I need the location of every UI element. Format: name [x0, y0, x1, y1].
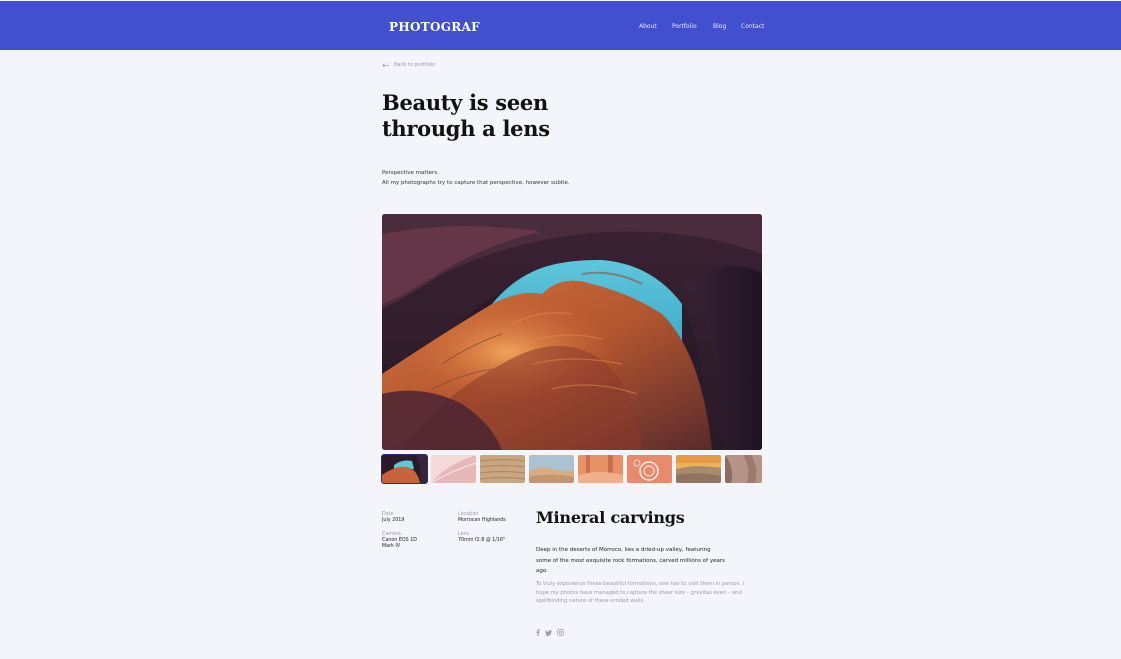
- arrow-left-icon: [382, 63, 389, 67]
- intro-text: Perspective matters. All my photographs …: [382, 168, 570, 188]
- thumbnail-image: [382, 455, 427, 483]
- section-secondary-line-3: spellbinding nature of these eroded wall…: [536, 598, 645, 604]
- section-description-line-2: some of the most exquisite rock formatio…: [536, 557, 725, 564]
- meta-date: Date July 2019: [382, 512, 404, 524]
- thumbnail-image: [676, 455, 721, 483]
- section-description: Deep in the deserts of Morroco, lies a d…: [536, 545, 741, 577]
- meta-location: Location Morrocan Highlands: [458, 512, 506, 524]
- nav-link-portfolio[interactable]: Portfolio: [672, 23, 697, 30]
- thumbnail-strip: [381, 454, 762, 484]
- meta-lens: Lens 70mm f2.8 @ 1/16": [458, 532, 505, 544]
- meta-date-value: July 2019: [382, 518, 405, 523]
- thumbnail-canyon-walls[interactable]: [725, 455, 762, 483]
- thumbnail-canyon-arch[interactable]: [381, 454, 428, 484]
- meta-camera: Camera Canon EOS 1D Mark IV: [382, 532, 417, 550]
- section-title: Mineral carvings: [536, 508, 685, 527]
- meta-lens-value: 70mm f2.8 @ 1/16": [458, 538, 506, 543]
- thumbnail-round-pools[interactable]: [627, 455, 672, 483]
- thumbnail-pink-dunes[interactable]: [431, 455, 476, 483]
- page-title-line-1: Beauty is seen: [382, 90, 548, 115]
- thumbnail-desert-dunes[interactable]: [529, 455, 574, 483]
- thumbnail-sand-ripples[interactable]: [480, 455, 525, 483]
- back-link-label: Back to portfolio: [394, 62, 436, 68]
- top-navigation-bar: PHOTOGRAF About Portfolio Blog Contact: [0, 1, 1121, 50]
- site-logo[interactable]: PHOTOGRAF: [389, 20, 480, 34]
- section-secondary-description: To truly experience these beautiful form…: [536, 580, 761, 606]
- page-title: Beauty is seen through a lens: [382, 90, 642, 142]
- thumbnail-image: [578, 455, 623, 483]
- thumbnail-image: [480, 455, 525, 483]
- back-to-portfolio-link[interactable]: Back to portfolio: [382, 62, 435, 68]
- social-links: [536, 621, 564, 640]
- nav-link-contact[interactable]: Contact: [741, 23, 764, 30]
- canyon-photo-image: [382, 214, 762, 450]
- thumbnail-image: [431, 455, 476, 483]
- main-photo[interactable]: [382, 214, 762, 450]
- section-secondary-line-2: hope my photos have managed to capture t…: [536, 589, 742, 596]
- page-title-line-2: through a lens: [382, 116, 550, 141]
- intro-line-1: Perspective matters.: [382, 170, 439, 176]
- intro-line-2: All my photographs try to capture that p…: [382, 180, 570, 186]
- section-secondary-line-1: To truly experience these beautiful form…: [536, 581, 745, 587]
- thumbnail-image: [725, 455, 762, 483]
- section-description-line-3: ago.: [536, 568, 548, 574]
- meta-camera-value-line-2: Mark IV: [382, 544, 401, 549]
- thumbnail-orange-canyon[interactable]: [578, 455, 623, 483]
- thumbnail-sunset-dunes[interactable]: [676, 455, 721, 483]
- thumbnail-image: [627, 455, 672, 483]
- nav-link-about[interactable]: About: [639, 23, 657, 30]
- facebook-icon[interactable]: [536, 621, 540, 640]
- nav-link-blog[interactable]: Blog: [713, 23, 726, 30]
- twitter-icon[interactable]: [545, 621, 552, 640]
- thumbnail-image: [529, 455, 574, 483]
- meta-location-value: Morrocan Highlands: [458, 518, 506, 523]
- instagram-icon[interactable]: [557, 621, 564, 640]
- section-description-line-1: Deep in the deserts of Morroco, lies a d…: [536, 547, 711, 553]
